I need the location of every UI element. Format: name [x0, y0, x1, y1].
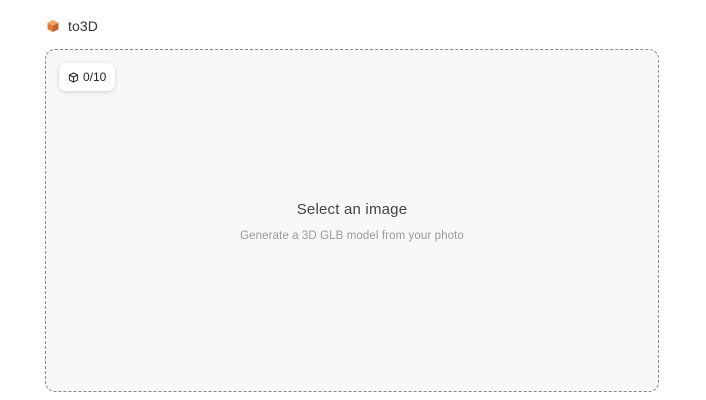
image-dropzone[interactable]: 0/10 Select an image Generate a 3D GLB m… [45, 49, 659, 392]
app-title: to3D [68, 18, 98, 34]
dropzone-prompt: Select an image Generate a 3D GLB model … [46, 201, 658, 242]
select-image-title: Select an image [296, 201, 408, 218]
generation-counter-badge: 0/10 [59, 63, 116, 91]
select-image-subtitle: Generate a 3D GLB model from your photo [240, 230, 464, 242]
cube-outline-icon [68, 71, 79, 83]
counter-text: 0/10 [83, 70, 107, 84]
header: to3D [46, 16, 98, 36]
app-window: to3D 0/10 Select an image Generate a 3D … [0, 0, 706, 400]
cube-logo-icon [46, 19, 60, 33]
